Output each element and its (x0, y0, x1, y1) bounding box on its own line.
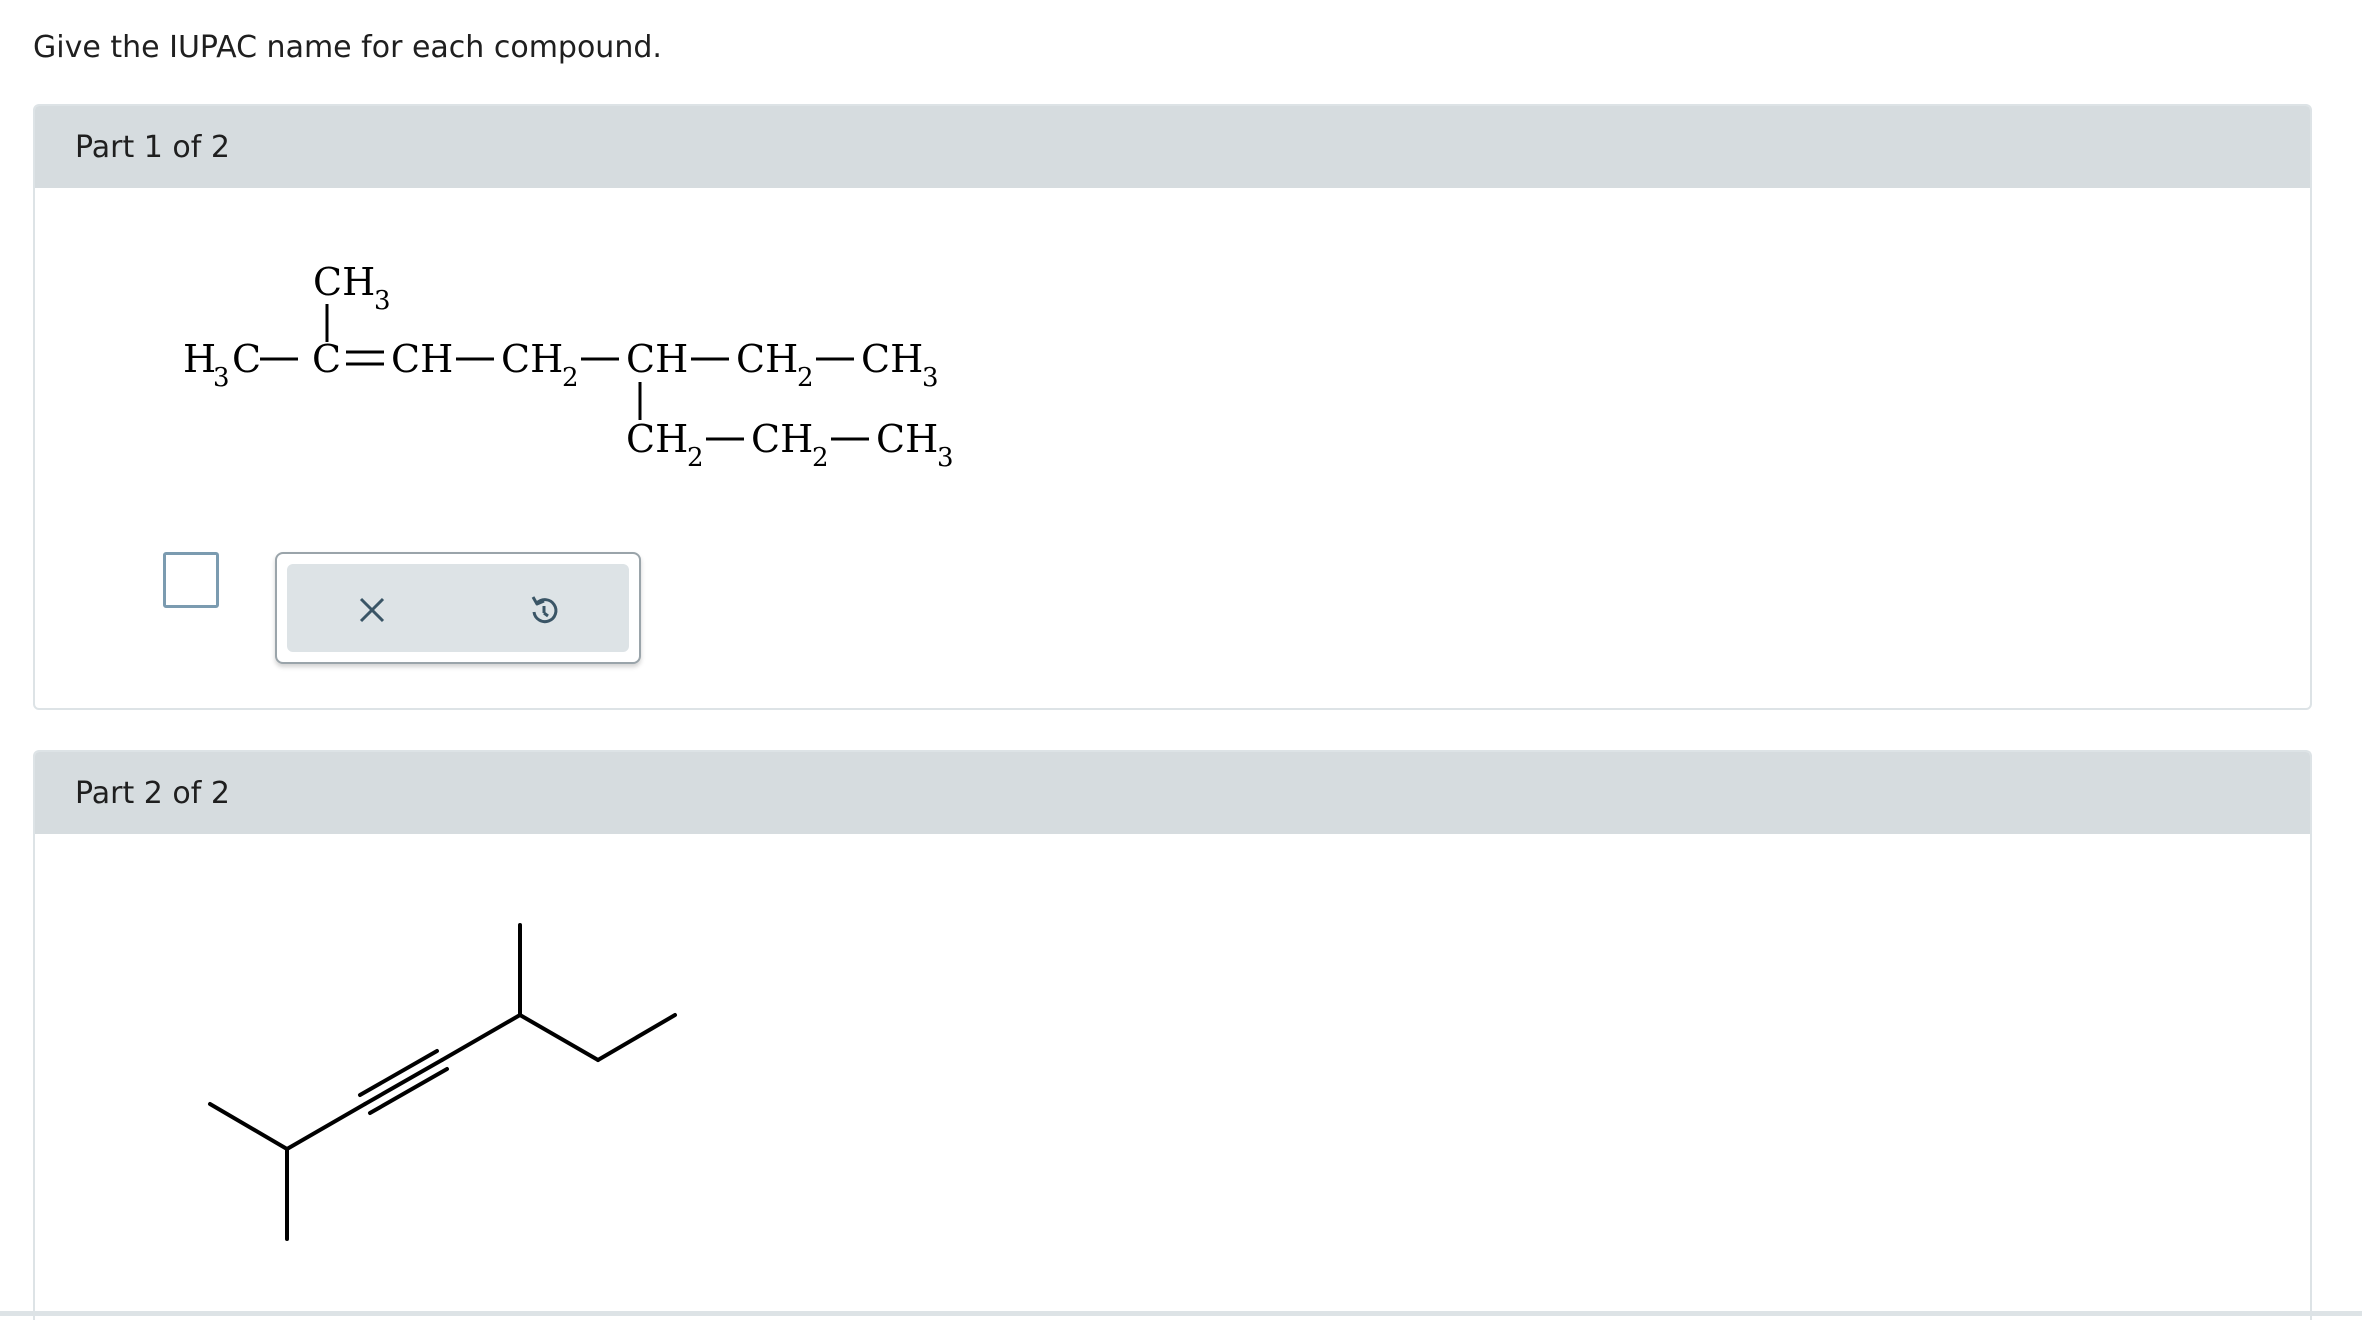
main-c1: C (232, 337, 261, 381)
close-icon (359, 597, 385, 623)
bond-ethyl-1 (518, 1013, 600, 1062)
part-2-card: Part 2 of 2 (33, 750, 2312, 1320)
svg-text:2: 2 (687, 443, 704, 473)
tool-panel-inner (287, 564, 629, 652)
bond-ethyl-2 (596, 1013, 677, 1062)
part-1-card: Part 1 of 2 CH 3 H 3 C C CH CH 2 CH CH 2 (33, 104, 2312, 710)
instructions: Give the IUPAC name for each compound. (33, 30, 662, 65)
svg-text:3: 3 (937, 443, 954, 473)
main-ch-a: CH (391, 337, 453, 381)
branch-ch3: CH (876, 417, 938, 461)
bond-to-branch (440, 1013, 522, 1062)
alkyne-upper (358, 1049, 439, 1097)
main-chain: H 3 C C CH CH 2 CH CH 2 CH 3 (183, 337, 939, 393)
alkyne-center (363, 1058, 444, 1106)
undo-button[interactable] (520, 586, 568, 634)
svg-text:2: 2 (797, 363, 814, 393)
main-ch-b: CH (626, 337, 688, 381)
bond-left-methyl (208, 1102, 289, 1151)
svg-text:3: 3 (922, 363, 939, 393)
alkyne-lower (368, 1067, 449, 1115)
main-h: H (183, 337, 216, 381)
branch-ch2-b: CH (751, 417, 813, 461)
main-h-sub: 3 (213, 363, 230, 393)
svg-text:2: 2 (812, 443, 829, 473)
clear-button[interactable] (348, 586, 396, 634)
branch-chain: CH 2 CH 2 CH 3 (626, 417, 954, 473)
top-ch-sub: 3 (374, 286, 391, 316)
bottom-divider (0, 1311, 2362, 1316)
main-ch2-a: CH (501, 337, 563, 381)
main-c2: C (312, 337, 341, 381)
top-ch-label: CH (313, 260, 375, 304)
bond-to-alkyne (285, 1102, 367, 1151)
answer-tool-panel (275, 552, 641, 664)
branch-ch2-a: CH (626, 417, 688, 461)
skeletal-formula-structure (208, 923, 677, 1241)
skeletal-bonds (208, 923, 677, 1241)
undo-icon (531, 596, 558, 624)
top-methyl-group: CH 3 (313, 260, 391, 342)
answer-checkbox[interactable] (163, 552, 219, 608)
main-ch3: CH (861, 337, 923, 381)
svg-text:2: 2 (562, 363, 579, 393)
main-ch2-b: CH (736, 337, 798, 381)
